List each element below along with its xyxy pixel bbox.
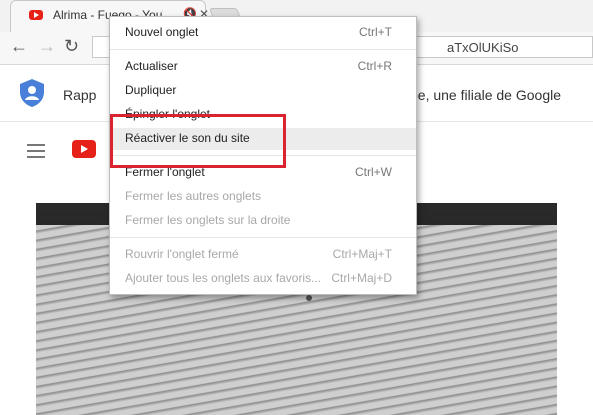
reload-icon[interactable]: ↻ [64, 36, 79, 57]
menu-item-shortcut: Ctrl+W [355, 165, 392, 179]
menu-item-label: Fermer les onglets sur la droite [125, 213, 291, 227]
menu-item-shortcut: Ctrl+Maj+D [331, 271, 392, 285]
banner-text-right: be, une filiale de Google [410, 87, 561, 103]
menu-item-bookmark-all-tabs[interactable]: Ajouter tous les onglets aux favoris... … [110, 268, 416, 290]
url-text: aTxOlUKiSo [447, 40, 519, 55]
menu-item-shortcut: Ctrl+R [357, 59, 392, 73]
highlight-annotation-box [110, 114, 286, 168]
menu-item-new-tab[interactable]: Nouvel onglet Ctrl+T [110, 22, 416, 44]
menu-separator [110, 237, 416, 238]
menu-item-label: Rouvrir l'onglet fermé [125, 247, 239, 261]
menu-item-close-tabs-right[interactable]: Fermer les onglets sur la droite [110, 210, 416, 232]
youtube-favicon-icon [29, 10, 43, 20]
menu-item-label: Actualiser [125, 59, 178, 73]
hamburger-icon[interactable] [27, 144, 45, 162]
banner-text-left: Rapp [63, 87, 97, 103]
google-account-shield-icon [20, 79, 44, 107]
menu-item-shortcut: Ctrl+Maj+T [332, 247, 392, 261]
forward-arrow-icon[interactable]: → [38, 36, 56, 57]
menu-item-close-other-tabs[interactable]: Fermer les autres onglets [110, 186, 416, 208]
menu-item-label: Dupliquer [125, 83, 177, 97]
menu-item-shortcut: Ctrl+T [359, 25, 392, 39]
menu-item-label: Fermer les autres onglets [125, 189, 262, 203]
menu-item-label: Ajouter tous les onglets aux favoris... [125, 271, 322, 285]
menu-item-duplicate[interactable]: Dupliquer [110, 80, 416, 102]
youtube-logo[interactable] [72, 140, 96, 158]
menu-separator [110, 49, 416, 50]
menu-item-reopen-closed-tab[interactable]: Rouvrir l'onglet fermé Ctrl+Maj+T [110, 244, 416, 266]
back-arrow-icon[interactable]: ← [10, 36, 28, 57]
menu-item-label: Nouvel onglet [125, 25, 199, 39]
menu-item-reload[interactable]: Actualiser Ctrl+R [110, 56, 416, 78]
ceiling-light [306, 295, 312, 301]
